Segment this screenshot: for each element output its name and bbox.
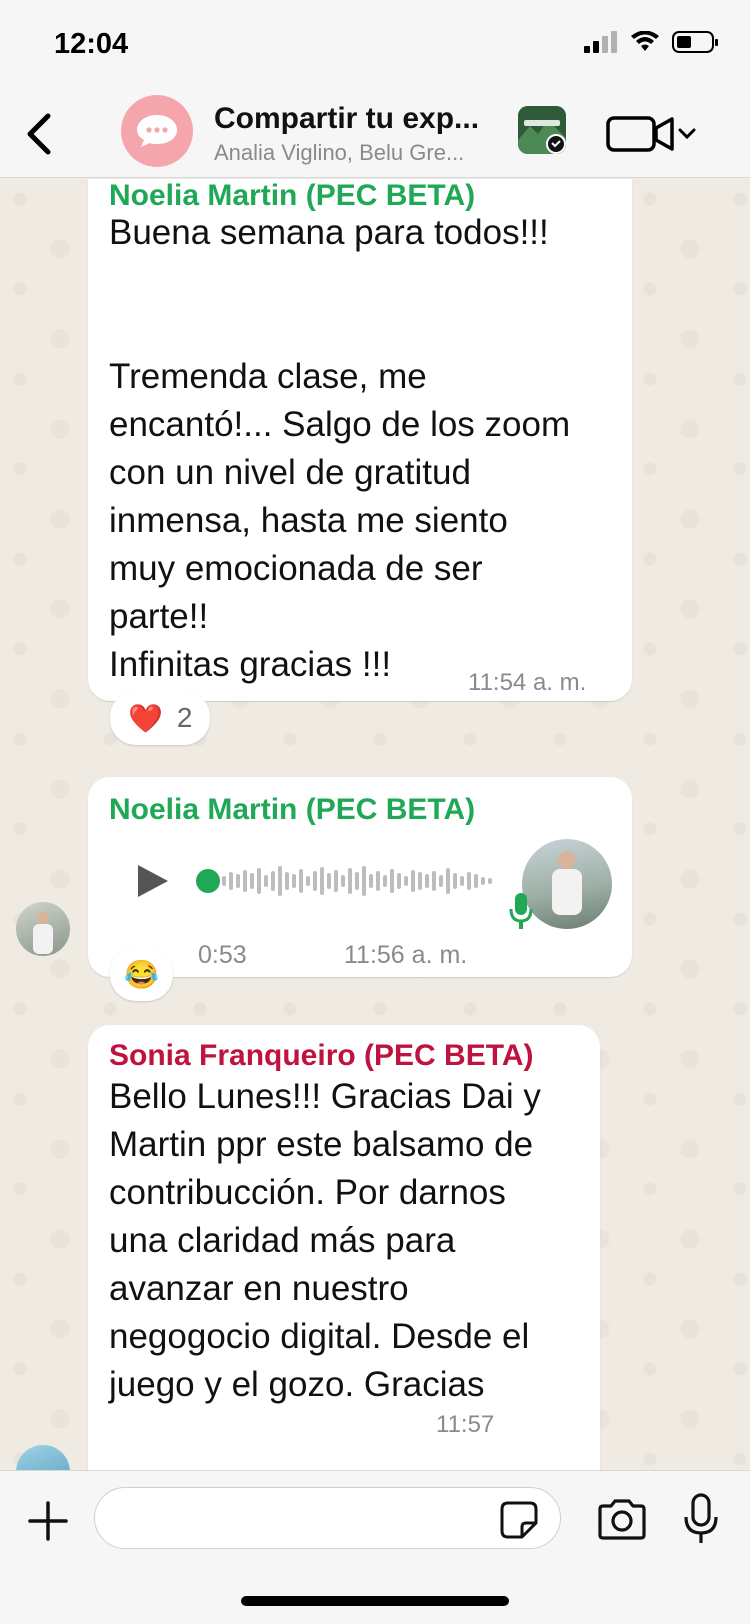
waveform-bar (418, 872, 422, 890)
waveform-bar (376, 871, 380, 891)
waveform-bar (348, 868, 352, 894)
status-bar: 12:04 (0, 0, 750, 90)
waveform-bar (474, 874, 478, 888)
waveform-bar (383, 875, 387, 887)
chat-participants[interactable]: Analia Viglino, Belu Gre... (214, 140, 464, 166)
message-timestamp: 11:54 a. m. (468, 669, 587, 696)
community-thumbnail[interactable] (518, 106, 566, 154)
group-chat-icon (137, 115, 177, 147)
waveform-bar (481, 877, 485, 885)
waveform-bar (488, 878, 492, 884)
waveform-bar (390, 869, 394, 893)
waveform-bar (334, 870, 338, 892)
waveform-bar (355, 872, 359, 890)
waveform-bar (453, 873, 457, 889)
status-time: 12:04 (54, 28, 129, 60)
community-logo-icon (518, 106, 566, 154)
waveform-bar (264, 875, 268, 887)
member-avatar[interactable] (16, 902, 70, 956)
waveform-bar (327, 873, 331, 889)
voice-message-bubble[interactable]: Noelia Martin (PEC BETA) 0:53 11:56 a. m… (88, 777, 632, 977)
message-sender[interactable]: Noelia Martin (PEC BETA) (109, 179, 475, 213)
waveform-bar (369, 874, 373, 888)
home-indicator[interactable] (241, 1596, 509, 1606)
message-bubble[interactable]: Noelia Martin (PEC BETA) Buena semana pa… (88, 179, 632, 701)
waveform-bar (341, 875, 345, 887)
sender-photo[interactable] (522, 839, 612, 929)
message-sender[interactable]: Sonia Franqueiro (PEC BETA) (109, 1039, 533, 1073)
waveform-bar (271, 871, 275, 891)
waveform-bar (222, 876, 226, 886)
message-text: Bello Lunes!!! Gracias Dai y Martin ppr … (109, 1077, 541, 1404)
waveform-bar (236, 874, 240, 888)
waveform-bar (285, 872, 289, 890)
waveform-bar (446, 868, 450, 894)
battery-icon (672, 31, 718, 53)
group-avatar[interactable] (121, 95, 193, 167)
laughing-emoji: 😂 (124, 958, 159, 990)
microphone-icon (509, 893, 533, 929)
status-icons (584, 30, 720, 54)
wifi-icon (631, 31, 659, 51)
waveform-bar (299, 869, 303, 893)
voice-waveform[interactable] (222, 861, 492, 901)
waveform-bar (411, 870, 415, 892)
waveform-bar (243, 870, 247, 892)
waveform-bar (439, 875, 443, 887)
message-bubble[interactable]: Sonia Franqueiro (PEC BETA) Bello Lunes!… (88, 1025, 600, 1470)
video-call-icon[interactable] (606, 112, 696, 156)
voice-progress-dot[interactable] (196, 869, 220, 893)
waveform-bar (278, 866, 282, 896)
play-icon[interactable] (132, 861, 172, 901)
waveform-bar (425, 874, 429, 888)
signal-icon (584, 31, 617, 53)
reaction-count: 2 (176, 702, 193, 733)
member-avatar[interactable] (16, 1445, 70, 1470)
message-text: Buena semana para todos!!! Tremenda clas… (109, 213, 571, 684)
waveform-bar (292, 874, 296, 888)
waveform-bar (362, 866, 366, 896)
voice-duration: 0:53 (198, 941, 247, 969)
chevron-down-icon (678, 128, 696, 140)
heart-emoji: ❤️ (128, 702, 163, 734)
waveform-bar (257, 868, 261, 894)
reaction-badge[interactable]: 😂 (110, 947, 173, 1001)
waveform-bar (467, 872, 471, 890)
plus-icon[interactable] (26, 1499, 70, 1543)
waveform-bar (432, 871, 436, 891)
microphone-icon[interactable] (681, 1493, 721, 1545)
waveform-bar (229, 872, 233, 890)
chat-area[interactable]: Noelia Martin (PEC BETA) Buena semana pa… (0, 179, 750, 1470)
chat-title[interactable]: Compartir tu exp... (214, 102, 479, 136)
waveform-bar (320, 867, 324, 895)
message-timestamp: 11:57 (436, 1411, 495, 1438)
waveform-bar (306, 876, 310, 886)
message-timestamp: 11:56 a. m. (344, 941, 468, 969)
reaction-badge[interactable]: ❤️ 2 (110, 691, 211, 745)
message-input[interactable] (94, 1487, 561, 1549)
chat-header: Compartir tu exp... Analia Viglino, Belu… (0, 90, 750, 178)
message-sender[interactable]: Noelia Martin (PEC BETA) (109, 793, 475, 827)
waveform-bar (250, 873, 254, 889)
back-chevron-icon[interactable] (14, 104, 64, 164)
sticker-icon[interactable] (500, 1501, 538, 1539)
waveform-bar (404, 876, 408, 886)
waveform-bar (313, 871, 317, 891)
waveform-bar (397, 873, 401, 889)
camera-icon[interactable] (596, 1499, 648, 1541)
waveform-bar (460, 876, 464, 886)
